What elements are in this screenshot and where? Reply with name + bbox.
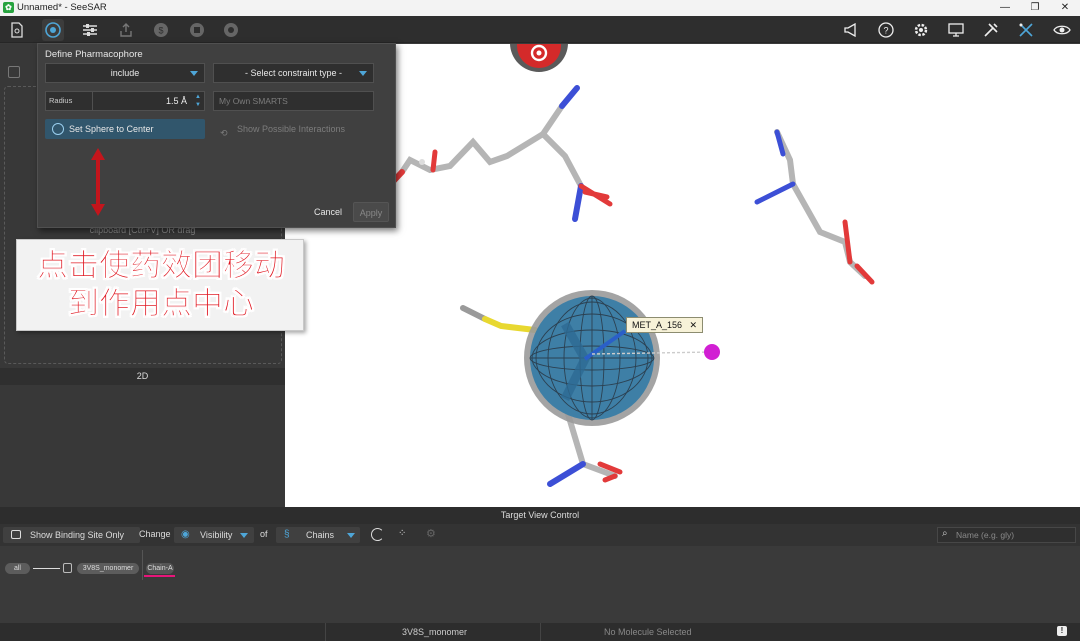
apply-button[interactable]: Apply bbox=[353, 202, 389, 222]
chevron-down-icon bbox=[359, 71, 367, 76]
smarts-placeholder: My Own SMARTS bbox=[219, 96, 288, 106]
panel-label-2d: 2D bbox=[0, 368, 285, 385]
pharmacophore-sphere bbox=[524, 290, 714, 426]
search-icon: ⌕ bbox=[942, 528, 948, 539]
visibility-label: Visibility bbox=[200, 530, 233, 540]
scatter-icon[interactable]: ⁘ bbox=[398, 528, 406, 539]
radius-divider bbox=[92, 92, 93, 110]
residue-upper-right bbox=[754, 129, 875, 285]
svg-text:$: $ bbox=[158, 26, 163, 36]
tree-node-all[interactable]: all bbox=[5, 563, 30, 574]
refresh-icon bbox=[52, 123, 64, 135]
chevron-down-icon bbox=[240, 533, 248, 538]
help-icon[interactable]: ? bbox=[875, 19, 897, 41]
megaphone-icon[interactable] bbox=[840, 19, 862, 41]
show-interactions-label: Show Possible Interactions bbox=[237, 124, 346, 134]
chains-label: Chains bbox=[306, 530, 335, 540]
target-view-control-title: Target View Control bbox=[0, 507, 1080, 524]
monitor-small-icon[interactable] bbox=[63, 563, 72, 573]
tree-divider bbox=[142, 550, 143, 580]
gear-flower-icon[interactable] bbox=[220, 19, 242, 41]
target-tree: all 3V8S_monomer Chain-A bbox=[0, 546, 1080, 623]
radius-stepper-icon[interactable]: ▲ ▼ bbox=[195, 93, 201, 109]
reset-icon[interactable] bbox=[371, 528, 384, 541]
chain-icon: § bbox=[284, 529, 290, 540]
tools-icon[interactable] bbox=[980, 19, 1002, 41]
status-selection: No Molecule Selected bbox=[604, 627, 692, 637]
cancel-label: Cancel bbox=[313, 207, 342, 217]
filter-icon[interactable] bbox=[186, 19, 208, 41]
tools-alt-icon[interactable] bbox=[1015, 19, 1037, 41]
show-binding-label: Show Binding Site Only bbox=[30, 530, 125, 540]
radius-label: Radius bbox=[49, 96, 73, 105]
dialog-title: Define Pharmacophore bbox=[45, 49, 143, 60]
set-sphere-label: Set Sphere to Center bbox=[69, 124, 154, 134]
svg-text:?: ? bbox=[883, 26, 888, 36]
tree-connector bbox=[33, 568, 60, 569]
tree-node-chain[interactable]: Chain-A bbox=[146, 563, 174, 574]
maximize-button[interactable]: ❐ bbox=[1020, 0, 1050, 16]
show-possible-interactions-button[interactable]: ⟲ Show Possible Interactions bbox=[213, 119, 374, 139]
apply-label: Apply bbox=[359, 208, 383, 218]
dollar-icon[interactable]: $ bbox=[150, 19, 172, 41]
monitor-small-icon bbox=[11, 530, 21, 539]
target-view-control-bar: Show Binding Site Only Change ◉ Visibili… bbox=[0, 524, 1080, 546]
tree-node-monomer[interactable]: 3V8S_monomer bbox=[77, 563, 139, 574]
close-label-icon[interactable]: ✕ bbox=[690, 320, 698, 330]
settings-icon[interactable] bbox=[910, 19, 932, 41]
eye-icon[interactable] bbox=[1051, 19, 1073, 41]
residue-label: MET_A_156 ✕ bbox=[626, 317, 704, 333]
protein-structure-render bbox=[382, 85, 875, 487]
calculator-icon[interactable] bbox=[8, 66, 20, 78]
show-binding-site-button[interactable]: Show Binding Site Only bbox=[3, 527, 140, 543]
export-icon[interactable] bbox=[115, 19, 137, 41]
smarts-input[interactable]: My Own SMARTS bbox=[213, 91, 374, 111]
of-label: of bbox=[260, 529, 268, 539]
interaction-point[interactable] bbox=[704, 344, 720, 360]
name-search-input[interactable]: ⌕ Name (e.g. gly) bbox=[937, 527, 1076, 543]
annotation-line-1: 点击使药效团移动 bbox=[37, 248, 286, 285]
chevron-down-icon bbox=[190, 71, 198, 76]
cancel-button[interactable]: Cancel bbox=[308, 202, 348, 222]
title-bar: ✿ Unnamed* - SeeSAR — ❐ ✕ bbox=[0, 0, 1080, 16]
file-icon[interactable] bbox=[6, 19, 28, 41]
annotation-callout: 点击使药效团移动 到作用点中心 bbox=[16, 239, 304, 331]
include-select-value: include bbox=[110, 68, 140, 78]
constraint-type-select[interactable]: - Select constraint type - bbox=[213, 63, 374, 83]
search-placeholder: Name (e.g. gly) bbox=[956, 530, 1015, 540]
main-toolbar: $ ? bbox=[0, 16, 1080, 43]
eye-small-icon: ◉ bbox=[181, 529, 190, 540]
status-divider bbox=[540, 623, 541, 641]
status-divider bbox=[325, 623, 326, 641]
chevron-down-icon bbox=[347, 533, 355, 538]
notification-icon[interactable]: ! bbox=[1057, 626, 1067, 636]
radius-field[interactable]: Radius 1.5 Å ▲ ▼ bbox=[45, 91, 205, 111]
settings-disabled-icon[interactable]: ⚙ bbox=[426, 527, 436, 540]
seesar-logo-icon: ✿ bbox=[3, 2, 14, 13]
sliders-icon[interactable] bbox=[79, 19, 101, 41]
residue-label-text: MET_A_156 bbox=[632, 320, 683, 330]
pharmacophore-icon[interactable] bbox=[42, 19, 64, 41]
annotation-line-2: 到作用点中心 bbox=[68, 286, 255, 323]
close-window-button[interactable]: ✕ bbox=[1050, 0, 1080, 16]
3d-viewport[interactable]: MET_A_156 ✕ bbox=[285, 44, 1080, 507]
radius-value: 1.5 Å bbox=[165, 96, 187, 106]
change-label: Change bbox=[139, 529, 171, 539]
include-select[interactable]: include bbox=[45, 63, 205, 83]
residue-upper-left bbox=[382, 85, 613, 222]
interactions-icon: ⟲ bbox=[220, 128, 228, 138]
minimize-button[interactable]: — bbox=[990, 0, 1020, 16]
double-arrow-icon bbox=[91, 148, 105, 216]
set-sphere-to-center-button[interactable]: Set Sphere to Center bbox=[45, 119, 205, 139]
chains-select[interactable]: § Chains bbox=[276, 527, 360, 543]
visibility-select[interactable]: ◉ Visibility bbox=[174, 527, 254, 543]
status-bar: 3V8S_monomer No Molecule Selected ! bbox=[0, 623, 1080, 641]
monitor-icon[interactable] bbox=[945, 19, 967, 41]
status-molecule: 3V8S_monomer bbox=[402, 627, 468, 637]
window-title: Unnamed* - SeeSAR bbox=[17, 2, 107, 13]
chain-underline bbox=[144, 575, 175, 577]
constraint-type-value: - Select constraint type - bbox=[244, 68, 343, 78]
